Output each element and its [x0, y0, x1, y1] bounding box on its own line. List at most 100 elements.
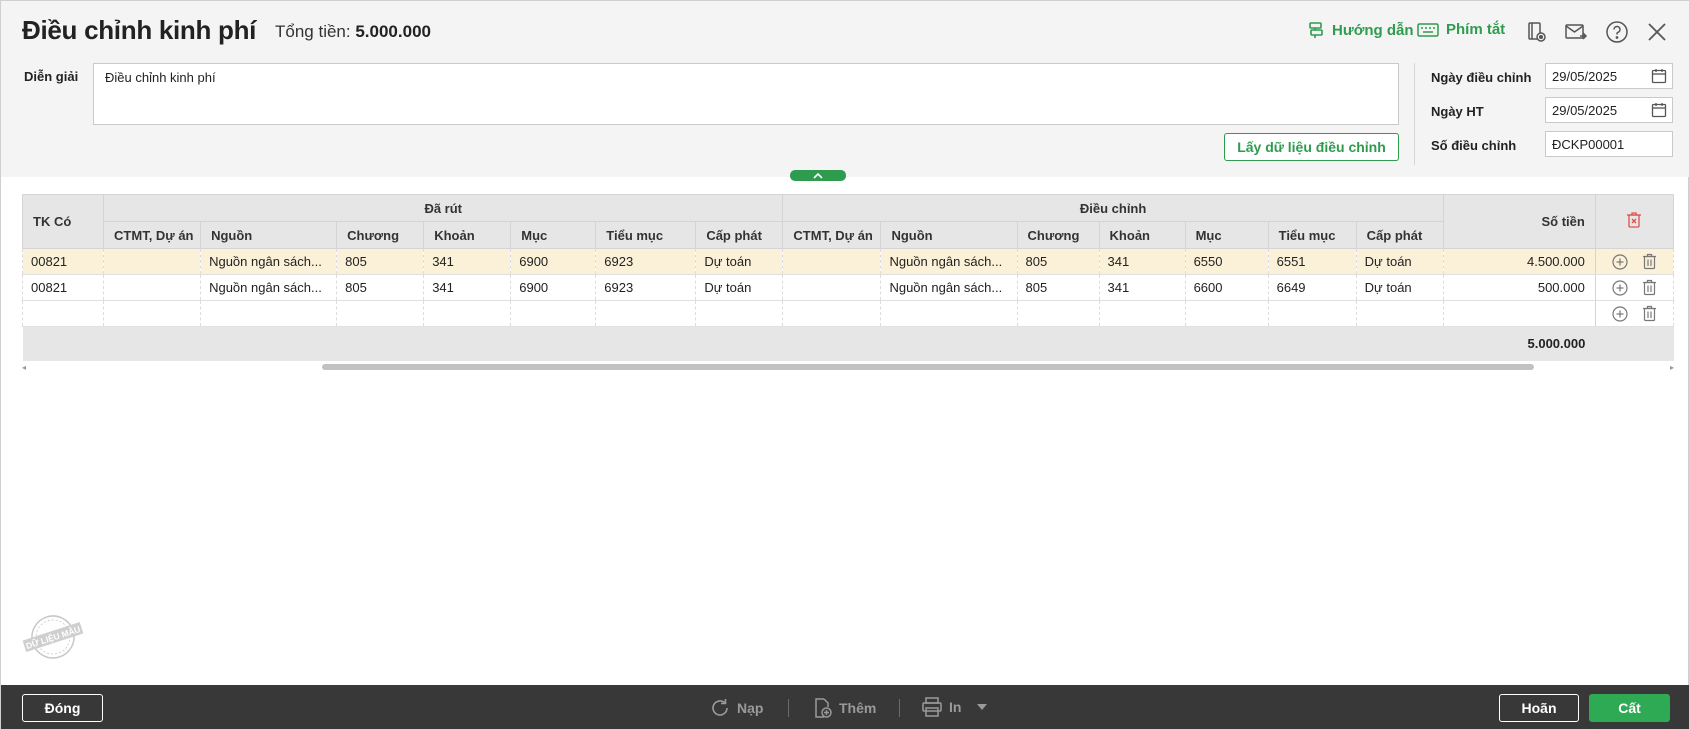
cell[interactable]: 6649 — [1267, 274, 1357, 301]
chevron-down-icon[interactable] — [977, 704, 988, 710]
delete-all-icon[interactable] — [1626, 211, 1642, 229]
cell[interactable] — [103, 248, 202, 275]
cell[interactable] — [336, 300, 425, 327]
cell[interactable]: 6600 — [1184, 274, 1269, 301]
close-icon[interactable] — [1644, 19, 1670, 45]
ht-date-value: 29/05/2025 — [1552, 103, 1618, 118]
cell[interactable]: Nguồn ngân sách... — [880, 274, 1018, 301]
cell[interactable]: 6900 — [510, 248, 597, 275]
delete-row-icon[interactable] — [1642, 305, 1657, 322]
cell-amount[interactable]: 4.500.000 — [1442, 248, 1596, 275]
description-input[interactable]: Điều chỉnh kinh phí — [93, 63, 1399, 125]
col-amount: Số tiền — [1442, 194, 1596, 249]
add-button[interactable]: Thêm — [811, 697, 876, 719]
cell[interactable] — [200, 300, 338, 327]
cell[interactable] — [695, 300, 784, 327]
delete-row-icon[interactable] — [1642, 279, 1657, 296]
col-adjust-allocation: Cấp phát — [1355, 221, 1444, 249]
col-withdrawn-allocation: Cấp phát — [695, 221, 784, 249]
cell[interactable] — [782, 248, 882, 275]
col-withdrawn-chapter: Chương — [336, 221, 425, 249]
cell[interactable] — [1442, 300, 1596, 327]
delete-row-icon[interactable] — [1642, 253, 1657, 270]
reload-button[interactable]: Nạp — [709, 697, 763, 719]
add-row-icon[interactable] — [1612, 279, 1628, 296]
cell[interactable] — [1016, 300, 1100, 327]
cell-amount[interactable]: 500.000 — [1442, 274, 1596, 301]
row-actions — [1594, 248, 1675, 275]
scroll-left-icon[interactable]: ◂ — [22, 363, 26, 372]
cell[interactable]: 805 — [1016, 248, 1100, 275]
row-actions — [1594, 300, 1675, 327]
cell[interactable]: 341 — [423, 274, 512, 301]
cell[interactable] — [1355, 300, 1444, 327]
cell[interactable]: Dự toán — [695, 248, 784, 275]
cell[interactable]: 00821 — [21, 274, 105, 301]
col-actions — [1594, 194, 1675, 249]
col-adjust-chapter: Chương — [1016, 221, 1100, 249]
cell[interactable] — [103, 274, 202, 301]
cell[interactable] — [880, 300, 1018, 327]
cell[interactable] — [782, 274, 882, 301]
fetch-adjust-data-button[interactable]: Lấy dữ liệu điều chỉnh — [1224, 133, 1399, 161]
shortcut-link[interactable]: Phím tắt — [1417, 21, 1505, 38]
save-button[interactable]: Cất — [1589, 694, 1670, 722]
send-mail-icon[interactable] — [1563, 19, 1589, 45]
cell[interactable] — [510, 300, 597, 327]
cell[interactable]: 6550 — [1184, 248, 1269, 275]
divider — [1414, 63, 1415, 165]
header-panel: Điều chỉnh kinh phí Tổng tiền: 5.000.000… — [1, 1, 1689, 181]
cell[interactable]: 805 — [1016, 274, 1100, 301]
guide-link[interactable]: Hướng dẫn — [1307, 21, 1414, 39]
scrollbar-thumb[interactable] — [322, 364, 1534, 370]
cell[interactable]: 805 — [336, 248, 425, 275]
calendar-icon[interactable] — [1651, 102, 1667, 118]
cell[interactable]: 805 — [336, 274, 425, 301]
cell[interactable]: Nguồn ngân sách... — [880, 248, 1018, 275]
chevron-up-icon — [813, 172, 823, 179]
table-row-empty[interactable] — [21, 300, 1675, 327]
collapse-toggle[interactable] — [790, 170, 846, 181]
postpone-button[interactable]: Hoãn — [1499, 694, 1579, 722]
cell[interactable]: Dự toán — [695, 274, 784, 301]
cell[interactable]: Nguồn ngân sách... — [200, 274, 338, 301]
adjust-no-field[interactable]: ĐCKP00001 — [1545, 131, 1673, 157]
adjust-date-field[interactable]: 29/05/2025 — [1545, 63, 1673, 89]
cell[interactable] — [1098, 300, 1186, 327]
close-button[interactable]: Đóng — [22, 694, 103, 722]
cell[interactable]: 341 — [1098, 248, 1186, 275]
cell[interactable]: 341 — [1098, 274, 1186, 301]
cell[interactable]: Dự toán — [1355, 248, 1444, 275]
cell[interactable]: 6900 — [510, 274, 597, 301]
cell[interactable]: Nguồn ngân sách... — [200, 248, 338, 275]
cell[interactable]: 6551 — [1267, 248, 1357, 275]
ht-date-field[interactable]: 29/05/2025 — [1545, 97, 1673, 123]
cell[interactable]: 6923 — [595, 274, 697, 301]
horizontal-scrollbar[interactable]: ◂ ▸ — [22, 363, 1674, 372]
cell[interactable]: 00821 — [21, 248, 105, 275]
calendar-icon[interactable] — [1651, 68, 1667, 84]
col-adjust-program: CTMT, Dự án — [782, 221, 882, 249]
cell[interactable] — [103, 300, 202, 327]
add-row-icon[interactable] — [1612, 305, 1628, 322]
cell[interactable] — [595, 300, 697, 327]
col-withdrawn-source: Nguồn — [200, 221, 338, 249]
cell[interactable] — [1184, 300, 1269, 327]
scroll-right-icon[interactable]: ▸ — [1670, 363, 1674, 372]
cell[interactable]: Dự toán — [1355, 274, 1444, 301]
footer-total: 5.000.000 — [1443, 326, 1596, 361]
cell[interactable]: 6923 — [595, 248, 697, 275]
cell[interactable] — [423, 300, 512, 327]
cell[interactable] — [21, 300, 105, 327]
add-row-icon[interactable] — [1612, 253, 1628, 270]
table-row[interactable]: 00821 Nguồn ngân sách... 805 341 6900 69… — [21, 274, 1675, 301]
cell[interactable] — [1267, 300, 1357, 327]
view-history-icon[interactable] — [1524, 19, 1550, 45]
help-icon[interactable] — [1604, 19, 1630, 45]
cell[interactable] — [782, 300, 882, 327]
footer-bar: Đóng Nạp Thêm In Hoãn Cất — [1, 685, 1689, 729]
table-row[interactable]: 00821 Nguồn ngân sách... 805 341 6900 69… — [21, 248, 1675, 275]
print-button[interactable]: In — [921, 697, 988, 717]
description-label: Diễn giải — [24, 69, 79, 84]
cell[interactable]: 341 — [423, 248, 512, 275]
